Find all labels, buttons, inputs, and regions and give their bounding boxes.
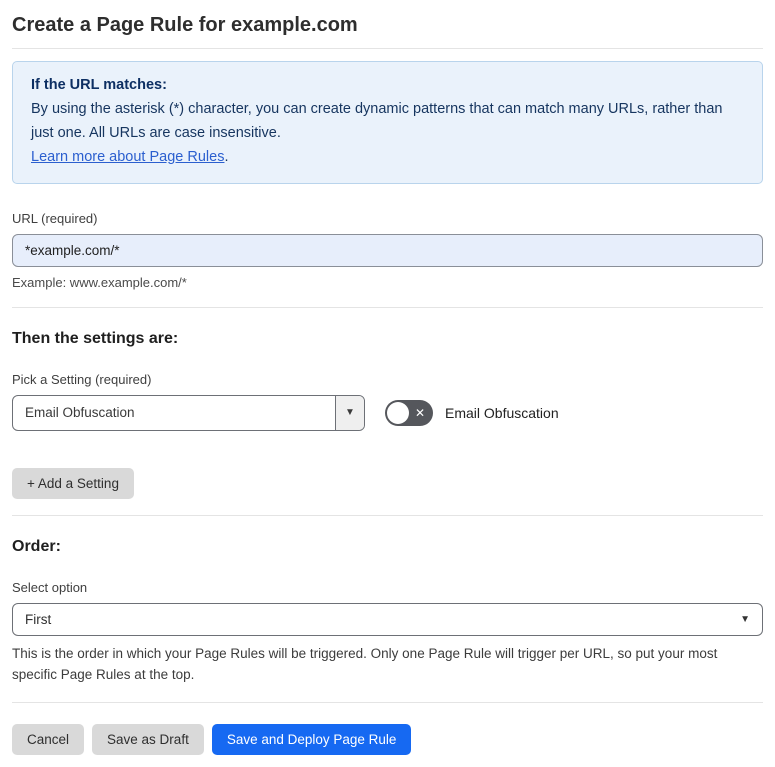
url-section-divider — [12, 306, 763, 308]
toggle-knob — [387, 401, 409, 424]
email-obfuscation-toggle[interactable]: ✕ — [385, 399, 433, 426]
chevron-down-icon[interactable]: ▼ — [335, 395, 364, 430]
settings-section-heading: Then the settings are: — [12, 329, 179, 347]
setting-dropdown-value: Email Obfuscation — [25, 405, 135, 421]
toggle-off-x-icon: ✕ — [414, 405, 426, 420]
save-and-deploy-button[interactable]: Save and Deploy Page Rule — [211, 723, 412, 755]
select-option-label: Select option — [12, 579, 88, 595]
title-divider — [12, 48, 763, 49]
pick-setting-label: Pick a Setting (required) — [12, 371, 152, 387]
save-as-draft-button[interactable]: Save as Draft — [92, 723, 204, 755]
setting-row: Email Obfuscation ▼ ✕ Email Obfuscation — [12, 394, 763, 431]
link-suffix: . — [224, 148, 229, 165]
order-description: This is the order in which your Page Rul… — [12, 645, 718, 683]
info-box-body: By using the asterisk (*) character, you… — [31, 100, 723, 141]
toggle-label: Email Obfuscation — [445, 404, 559, 421]
url-example-text: Example: www.example.com/* — [12, 274, 187, 290]
url-match-info-box: If the URL matches: By using the asteris… — [12, 61, 763, 184]
setting-dropdown[interactable]: Email Obfuscation ▼ — [12, 394, 365, 431]
info-box-link-line: Learn more about Page Rules. — [31, 146, 744, 170]
info-box-heading: If the URL matches: — [31, 77, 167, 93]
caret-down-icon: ▼ — [740, 613, 750, 625]
footer-actions: Cancel Save as Draft Save and Deploy Pag… — [12, 723, 763, 755]
url-input[interactable] — [12, 233, 763, 267]
add-setting-button[interactable]: + Add a Setting — [12, 467, 134, 499]
url-field-label: URL (required) — [12, 210, 98, 226]
learn-more-link[interactable]: Learn more about Page Rules — [31, 149, 224, 165]
page-title: Create a Page Rule for example.com — [12, 14, 358, 36]
settings-section-divider — [12, 514, 763, 516]
footer-divider — [12, 701, 763, 703]
cancel-button[interactable]: Cancel — [12, 723, 85, 755]
order-select-value: First — [25, 611, 52, 627]
order-section-heading: Order: — [12, 537, 61, 555]
email-obfuscation-toggle-group: ✕ Email Obfuscation — [385, 399, 559, 426]
order-select[interactable]: First ▼ — [12, 602, 763, 636]
